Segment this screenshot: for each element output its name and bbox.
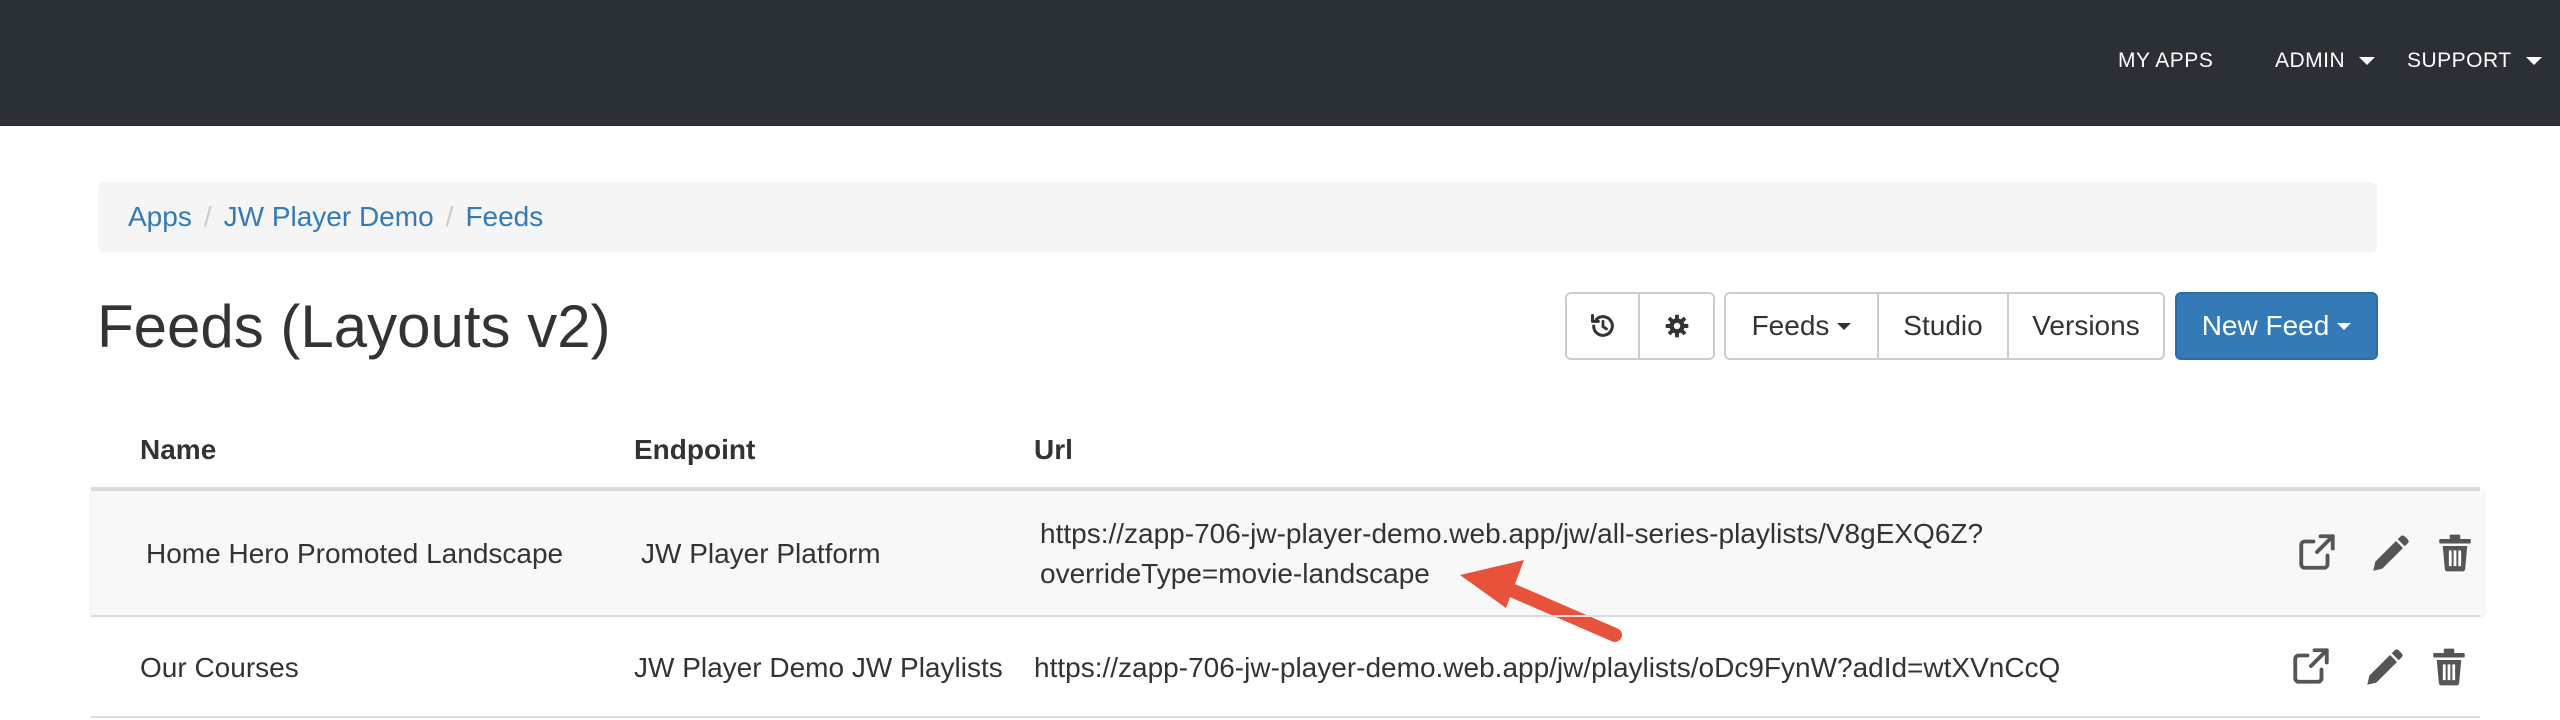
annotation-arrow-icon xyxy=(1460,560,1622,642)
versions-button[interactable]: Versions xyxy=(2007,292,2165,360)
chevron-down-icon xyxy=(1837,322,1852,330)
history-icon xyxy=(1590,313,1614,337)
nav-my-apps[interactable]: MY APPS xyxy=(2118,49,2213,73)
column-header-endpoint: Endpoint xyxy=(634,434,756,465)
row-divider xyxy=(91,716,2480,718)
nav-admin-label: ADMIN xyxy=(2275,49,2346,72)
feeds-button-label: Feeds xyxy=(1751,310,1830,341)
breadcrumb-app[interactable]: JW Player Demo xyxy=(224,201,434,233)
row-name: Our Courses xyxy=(140,652,299,683)
column-header-name: Name xyxy=(140,434,217,465)
breadcrumb-apps[interactable]: Apps xyxy=(128,201,192,233)
gear-icon xyxy=(1665,314,1688,338)
pencil-icon[interactable] xyxy=(2368,534,2410,576)
nav-my-apps-label: MY APPS xyxy=(2118,49,2214,72)
row-endpoint: JW Player Platform xyxy=(641,538,881,569)
new-feed-button-label: New Feed xyxy=(2201,310,2330,341)
chevron-down-icon xyxy=(2525,57,2542,66)
nav-support-dropdown[interactable]: SUPPORT xyxy=(2407,49,2542,73)
breadcrumb-feeds[interactable]: Feeds xyxy=(465,201,543,233)
page-title: Feeds (Layouts v2) xyxy=(97,293,611,360)
external-link-icon[interactable] xyxy=(2290,645,2332,687)
breadcrumb-separator: / xyxy=(203,201,212,232)
studio-button-label: Studio xyxy=(1903,310,1983,341)
trash-icon[interactable] xyxy=(2434,532,2476,574)
top-navbar: MY APPS ADMIN SUPPORT xyxy=(0,0,2560,126)
external-link-icon[interactable] xyxy=(2296,531,2338,573)
nav-admin-dropdown[interactable]: ADMIN xyxy=(2275,49,2376,73)
chevron-down-icon xyxy=(2337,322,2352,330)
row-endpoint: JW Player Demo JW Playlists xyxy=(634,652,1003,683)
history-button[interactable] xyxy=(1565,292,1640,360)
versions-button-label: Versions xyxy=(2032,310,2140,341)
studio-button[interactable]: Studio xyxy=(1877,292,2009,360)
row-name: Home Hero Promoted Landscape xyxy=(146,538,564,569)
pencil-icon[interactable] xyxy=(2362,648,2404,690)
breadcrumb-separator: / xyxy=(445,201,454,232)
nav-support-label: SUPPORT xyxy=(2407,49,2512,72)
breadcrumb: Apps / JW Player Demo / Feeds xyxy=(98,182,2377,252)
column-header-url: Url xyxy=(1034,434,1073,465)
feeds-dropdown-button[interactable]: Feeds xyxy=(1724,292,1879,360)
new-feed-button[interactable]: New Feed xyxy=(2175,292,2378,360)
row-url: https://zapp-706-jw-player-demo.web.app/… xyxy=(1034,652,2061,683)
trash-icon[interactable] xyxy=(2428,646,2470,688)
row-url-line: https://zapp-706-jw-player-demo.web.app/… xyxy=(1040,518,1984,549)
settings-button[interactable] xyxy=(1638,292,1715,360)
chevron-down-icon xyxy=(2359,57,2376,66)
row-divider xyxy=(91,615,2480,617)
